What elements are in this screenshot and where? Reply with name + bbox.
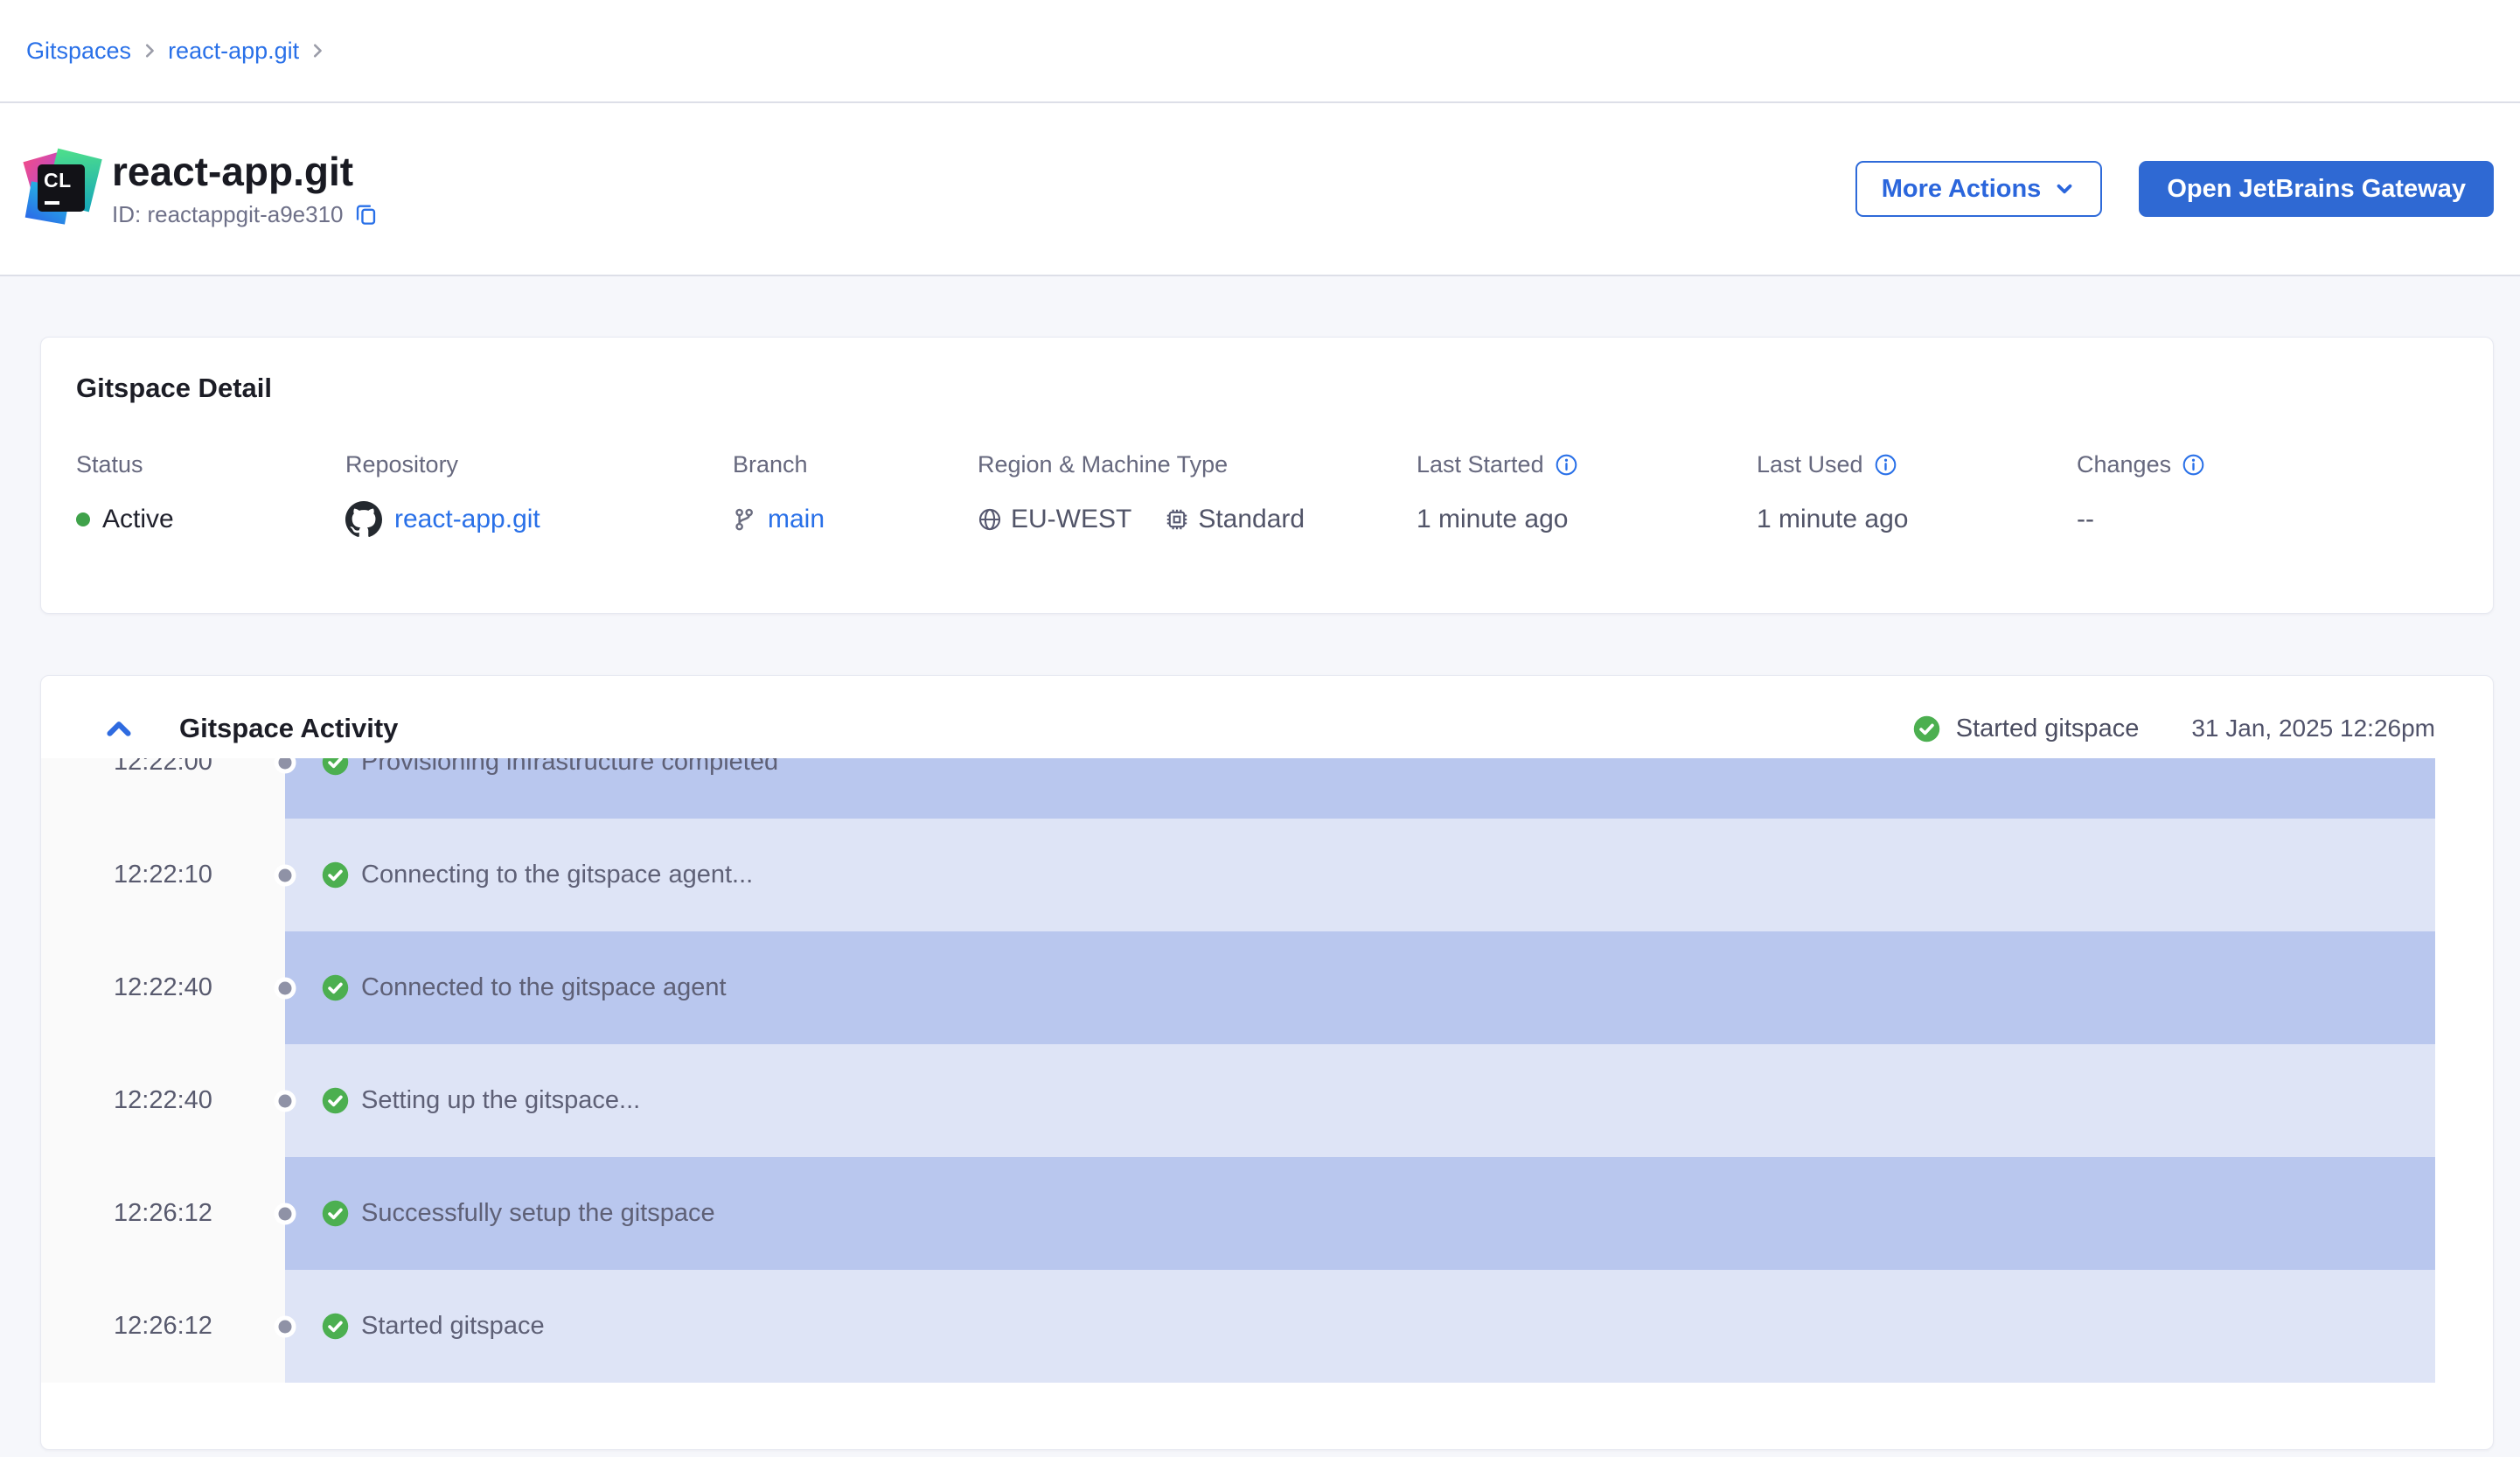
activity-log-row: 12:26:12 Started gitspace [41, 1270, 2493, 1383]
field-branch: Branch main [733, 451, 825, 540]
activity-time: 12:22:10 [41, 819, 285, 931]
last-started-label: Last Started [1417, 451, 1544, 478]
activity-title: Gitspace Activity [179, 713, 398, 744]
activity-time: 12:26:12 [41, 1270, 285, 1383]
timeline-dot [275, 1203, 296, 1224]
copy-icon[interactable] [354, 203, 378, 227]
activity-message: Started gitspace [361, 1312, 545, 1341]
activity-status-timestamp: 31 Jan, 2025 12:26pm [2191, 715, 2435, 742]
repository-label: Repository [345, 451, 458, 478]
field-repository: Repository react-app.git [345, 451, 540, 540]
activity-message: Setting up the gitspace... [361, 1086, 640, 1115]
more-actions-label: More Actions [1882, 175, 2042, 204]
activity-log-row: 12:22:40 Connected to the gitspace agent [41, 931, 2493, 1044]
activity-message: Provisioning infrastructure completed [361, 758, 778, 777]
timeline-dot [275, 1090, 296, 1112]
detail-card-title: Gitspace Detail [76, 373, 272, 404]
timeline-dot [275, 1315, 296, 1337]
activity-message: Successfully setup the gitspace [361, 1199, 715, 1228]
activity-time: 12:22:00 [41, 758, 285, 819]
info-icon[interactable] [1874, 453, 1897, 477]
check-circle-icon [1913, 715, 1940, 742]
status-value: Active [102, 505, 174, 534]
activity-log-row: 12:26:12 Successfully setup the gitspace [41, 1157, 2493, 1270]
git-branch-icon [733, 508, 755, 531]
activity-log-viewport[interactable]: 12:22:00 Provisioning infrastructure com… [41, 758, 2493, 1383]
field-last-used: Last Used 1 minute ago [1757, 451, 1908, 540]
chevron-up-icon[interactable] [102, 712, 136, 745]
activity-log-row: 12:22:00 Provisioning infrastructure com… [41, 758, 2493, 819]
activity-message: Connected to the gitspace agent [361, 973, 727, 1002]
region-machine-label: Region & Machine Type [978, 451, 1228, 478]
status-dot [76, 512, 90, 526]
info-icon[interactable] [1555, 453, 1578, 477]
open-gateway-label: Open JetBrains Gateway [2167, 175, 2466, 204]
more-actions-button[interactable]: More Actions [1855, 161, 2103, 217]
page-title: react-app.git [112, 150, 378, 194]
content-area: Gitspace Detail Status Active Repository… [0, 276, 2520, 1450]
activity-log-row: 12:22:40 Setting up the gitspace... [41, 1044, 2493, 1157]
breadcrumb-link-gitspaces[interactable]: Gitspaces [26, 38, 131, 65]
check-circle-icon [322, 1087, 349, 1114]
activity-log-row: 12:22:10 Connecting to the gitspace agen… [41, 819, 2493, 931]
top-bar: Gitspaces react-app.git [0, 0, 2520, 103]
activity-time: 12:22:40 [41, 931, 285, 1044]
field-region-machine: Region & Machine Type EU-WEST [978, 451, 1305, 540]
activity-status-label: Started gitspace [1956, 715, 2140, 743]
field-last-started: Last Started 1 minute ago [1417, 451, 1578, 540]
last-used-value: 1 minute ago [1757, 505, 1908, 534]
clion-logo: CL [26, 153, 96, 223]
last-used-label: Last Used [1757, 451, 1863, 478]
status-label: Status [76, 451, 143, 478]
activity-message: Connecting to the gitspace agent... [361, 861, 753, 889]
changes-label: Changes [2077, 451, 2171, 478]
globe-icon [978, 507, 1002, 532]
repository-link[interactable]: react-app.git [394, 505, 540, 534]
breadcrumb: Gitspaces react-app.git [26, 38, 327, 65]
check-circle-icon [322, 974, 349, 1001]
field-changes: Changes -- [2077, 451, 2205, 540]
branch-link[interactable]: main [768, 505, 825, 534]
gitspace-activity-card: Gitspace Activity Started gitspace 31 Ja… [40, 675, 2494, 1450]
open-jetbrains-gateway-button[interactable]: Open JetBrains Gateway [2139, 161, 2494, 217]
gitspace-detail-card: Gitspace Detail Status Active Repository… [40, 337, 2494, 614]
machine-type-value: Standard [1198, 505, 1305, 534]
timeline-dot [275, 864, 296, 886]
activity-time: 12:22:40 [41, 1044, 285, 1157]
gitspace-id-label: ID: reactappgit-a9e310 [112, 201, 344, 228]
region-value: EU-WEST [1011, 505, 1131, 534]
github-icon [345, 501, 382, 538]
chevron-right-icon [308, 41, 327, 60]
check-circle-icon [322, 758, 349, 776]
chip-icon [1165, 507, 1189, 532]
check-circle-icon [322, 1313, 349, 1340]
breadcrumb-link-repo[interactable]: react-app.git [168, 38, 299, 65]
field-status: Status Active [76, 451, 174, 540]
chevron-down-icon [2053, 178, 2076, 200]
check-circle-icon [322, 861, 349, 889]
activity-time: 12:26:12 [41, 1157, 285, 1270]
chevron-right-icon [140, 41, 159, 60]
activity-header: Gitspace Activity Started gitspace 31 Ja… [41, 676, 2493, 758]
page-header: CL react-app.git ID: reactappgit-a9e310 … [0, 103, 2520, 276]
timeline-dot [275, 977, 296, 999]
last-started-value: 1 minute ago [1417, 505, 1568, 534]
changes-value: -- [2077, 505, 2094, 534]
info-icon[interactable] [2182, 453, 2205, 477]
activity-log: 12:22:00 Provisioning infrastructure com… [41, 758, 2493, 1383]
check-circle-icon [322, 1200, 349, 1227]
branch-label: Branch [733, 451, 808, 478]
